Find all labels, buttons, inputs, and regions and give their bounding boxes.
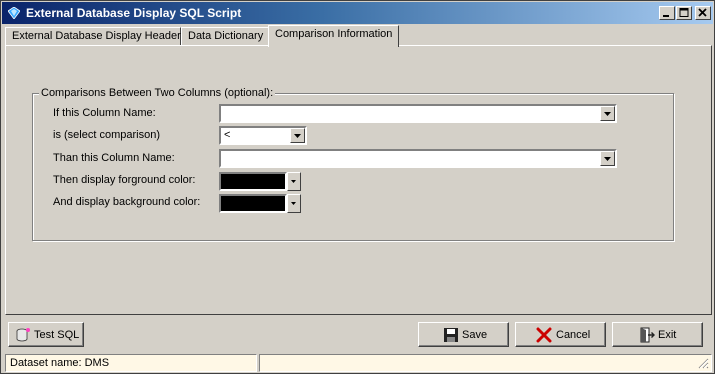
chevron-down-icon (291, 202, 296, 205)
cancel-button[interactable]: Cancel (515, 322, 606, 347)
foreground-color-label: Then display forground color: (53, 174, 196, 186)
foreground-color-picker[interactable] (219, 172, 302, 191)
database-icon (16, 328, 30, 342)
status-bar: Dataset name: DMS (3, 354, 712, 372)
close-button[interactable] (695, 6, 711, 20)
resize-grip-icon[interactable] (697, 357, 709, 369)
chevron-down-icon (604, 157, 611, 161)
background-color-picker[interactable] (219, 194, 302, 213)
chevron-down-icon (294, 134, 301, 138)
comparison-tab-panel: Comparisons Between Two Columns (optiona… (5, 45, 712, 315)
test-sql-label: Test SQL (34, 329, 80, 341)
status-pane-2 (259, 354, 712, 372)
exit-label: Exit (658, 329, 677, 341)
save-label: Save (462, 329, 488, 341)
cancel-label: Cancel (556, 329, 591, 341)
dropdown-arrow[interactable] (290, 128, 305, 143)
app-window: External Database Display SQL Script Ext… (0, 0, 715, 374)
if-column-combo[interactable] (219, 104, 617, 123)
than-column-combo[interactable] (219, 149, 617, 168)
exit-door-icon (640, 327, 655, 343)
group-title: Comparisons Between Two Columns (optiona… (39, 87, 276, 99)
exit-button[interactable]: Exit (612, 322, 703, 347)
tab-external-database-display-header[interactable]: External Database Display Header (5, 27, 181, 46)
window-title: External Database Display SQL Script (26, 6, 242, 20)
cancel-x-icon (536, 327, 552, 343)
minimize-button[interactable] (659, 6, 675, 20)
dataset-name-text: Dataset name: DMS (10, 357, 110, 369)
chevron-down-icon (291, 180, 296, 183)
dropdown-arrow[interactable] (600, 151, 615, 166)
tab-label: External Database Display Header (12, 30, 181, 42)
tab-data-dictionary[interactable]: Data Dictionary (181, 27, 269, 46)
tab-label: Comparison Information (275, 28, 393, 40)
status-dataset-pane: Dataset name: DMS (5, 354, 257, 372)
minimize-icon (663, 15, 669, 17)
if-column-label: If this Column Name: (53, 107, 156, 119)
chevron-down-icon (604, 112, 611, 116)
maximize-button[interactable] (676, 6, 692, 20)
than-column-label: Than this Column Name: (53, 152, 175, 164)
close-icon (698, 8, 707, 17)
comparison-value: < (224, 129, 231, 141)
background-color-label: And display background color: (53, 196, 201, 208)
test-sql-button[interactable]: Test SQL (8, 322, 84, 347)
comparison-select[interactable]: < (219, 126, 307, 145)
title-bar[interactable]: External Database Display SQL Script (2, 2, 713, 24)
background-color-dropdown[interactable] (287, 194, 301, 213)
comparison-label: is (select comparison) (53, 129, 160, 141)
save-button[interactable]: Save (418, 322, 509, 347)
floppy-disk-icon (444, 328, 458, 342)
maximize-icon (679, 8, 689, 17)
tab-label: Data Dictionary (188, 30, 264, 42)
tab-comparison-information[interactable]: Comparison Information (268, 25, 399, 47)
comparison-groupbox: Comparisons Between Two Columns (optiona… (32, 87, 674, 241)
foreground-color-dropdown[interactable] (287, 172, 301, 191)
background-color-swatch[interactable] (219, 194, 287, 213)
dropdown-arrow[interactable] (600, 106, 615, 121)
foreground-color-swatch[interactable] (219, 172, 287, 191)
diamond-icon (8, 7, 20, 19)
